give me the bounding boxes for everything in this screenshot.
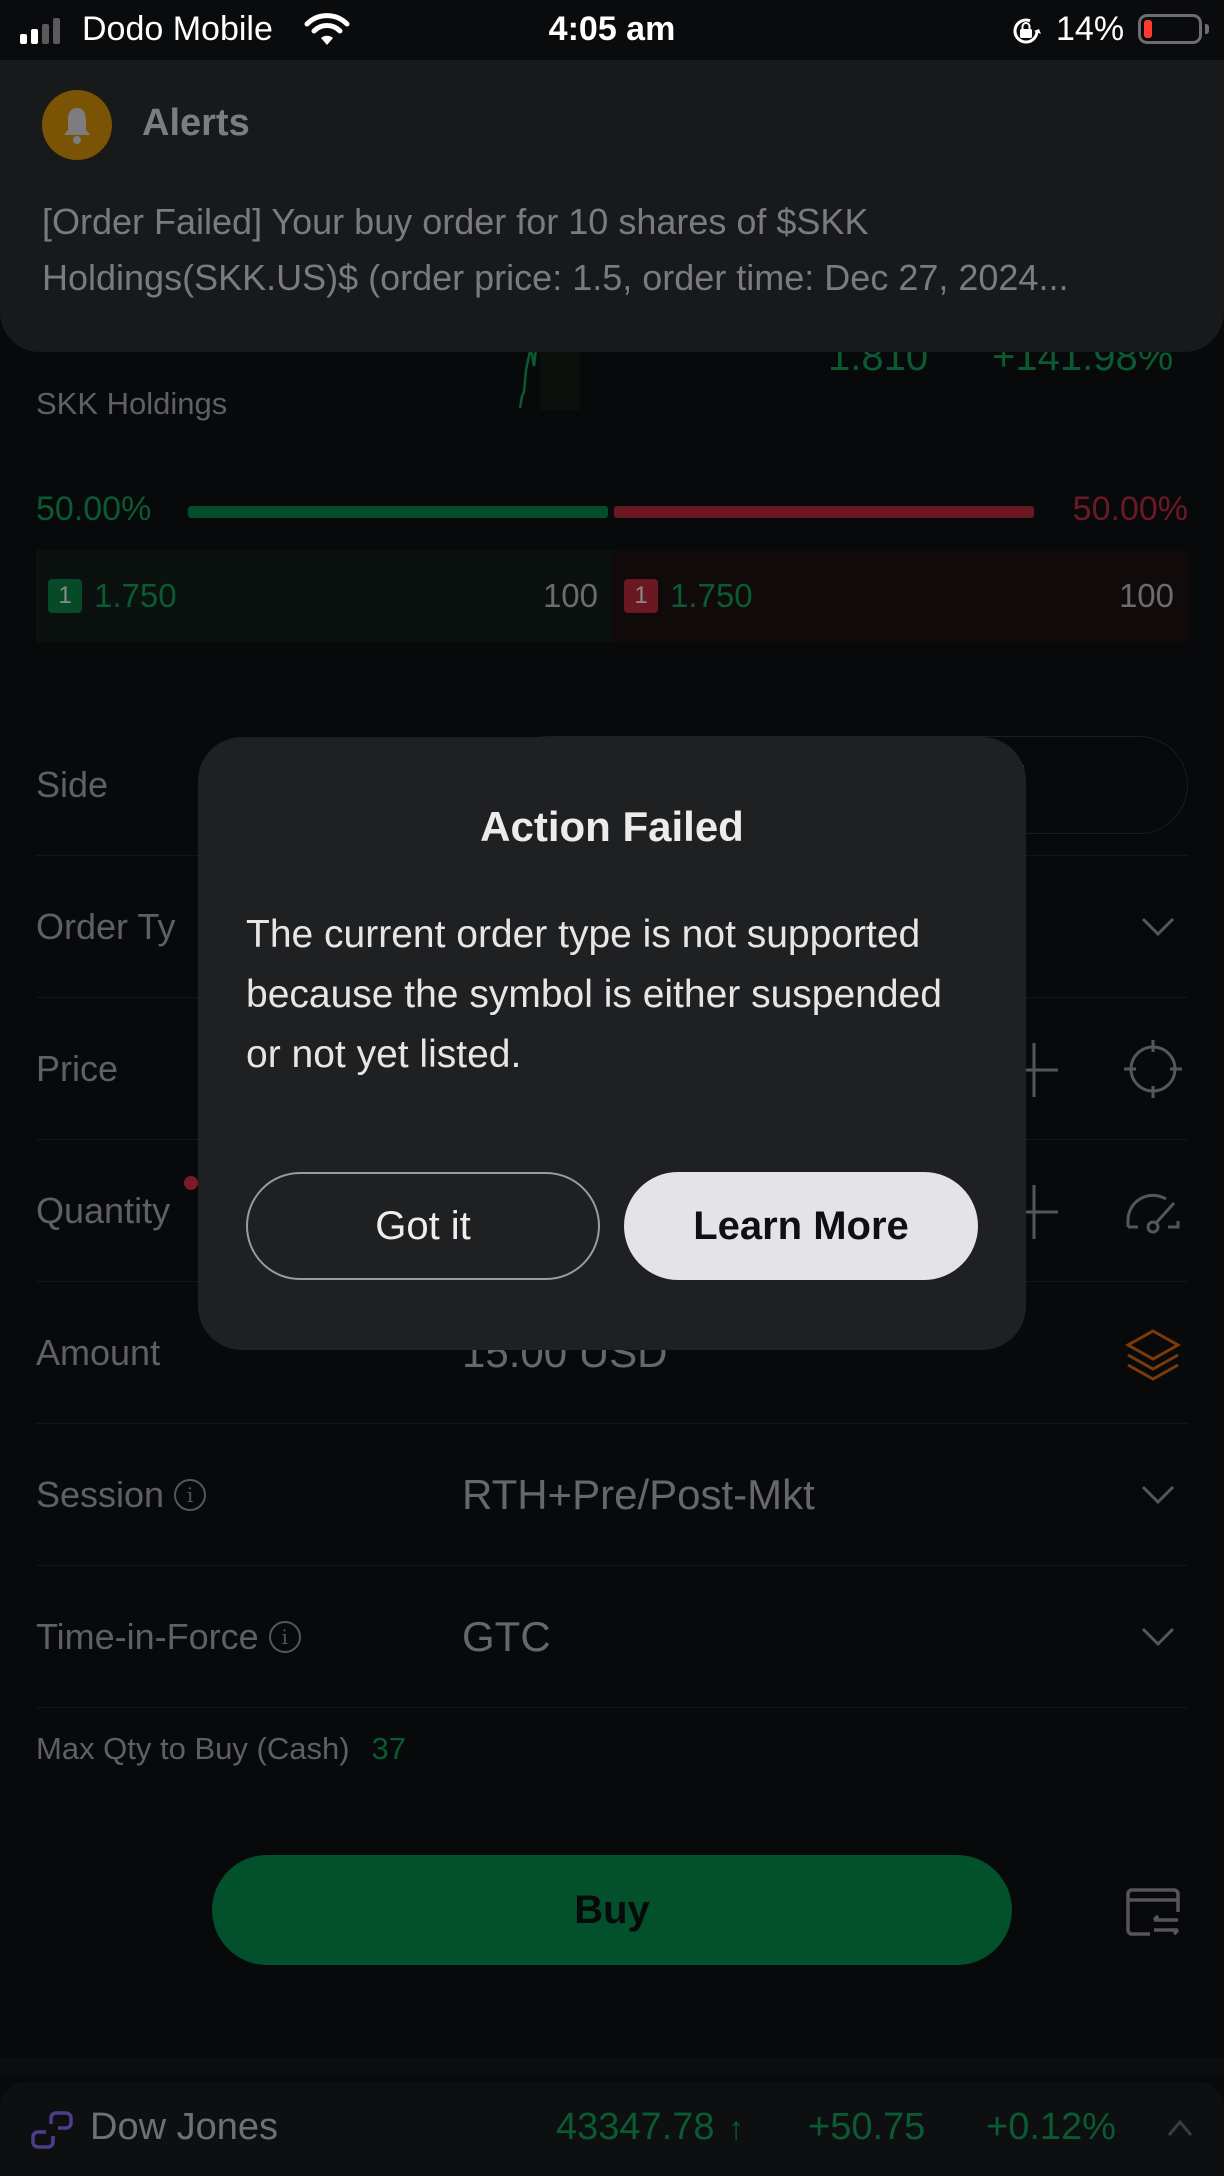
session-label-text: Session	[36, 1473, 165, 1515]
max-qty-label: Max Qty to Buy (Cash)	[36, 1731, 350, 1766]
status-bar: Dodo Mobile 4:05 am 14%	[0, 0, 1224, 60]
info-icon[interactable]: i	[174, 1478, 207, 1511]
ask-ratio-bar	[614, 506, 1034, 518]
index-name: Dow Jones	[90, 2106, 278, 2148]
buy-button[interactable]: Buy	[212, 1855, 1012, 1965]
chevron-down-icon[interactable]	[1140, 1484, 1176, 1506]
index-ticker[interactable]: Dow Jones 43347.78 ↑ +50.75 +0.12%	[0, 2082, 1224, 2176]
tif-label-text: Time-in-Force	[36, 1615, 259, 1657]
bid-ratio-bar	[188, 506, 608, 518]
quantity-increment-icon[interactable]	[1022, 1185, 1062, 1239]
chevron-up-icon[interactable]	[1166, 2118, 1194, 2138]
card-swap-icon[interactable]	[1124, 1882, 1184, 1942]
price-increment-icon[interactable]	[1022, 1043, 1062, 1097]
info-icon[interactable]: i	[268, 1620, 301, 1653]
dialog-title: Action Failed	[480, 803, 744, 850]
dialog-message: The current order type is not supported …	[246, 913, 942, 1076]
learn-more-button[interactable]: Learn More	[624, 1172, 978, 1280]
bid-price: 1.750	[94, 577, 177, 614]
max-qty-value: 37	[371, 1731, 407, 1766]
max-qty: Max Qty to Buy (Cash) 37	[36, 1731, 406, 1767]
stock-name[interactable]: SKK Holdings	[36, 386, 227, 422]
link-icon	[31, 2111, 73, 2149]
battery-tip	[1205, 24, 1209, 34]
ask-level[interactable]: 1 1.750 100	[612, 550, 1188, 642]
up-arrow-icon: ↑	[728, 2110, 744, 2146]
quantity-label: Quantity	[36, 1189, 171, 1231]
ask-qty: 100	[1118, 577, 1174, 614]
bid-level-badge: 1	[48, 579, 82, 613]
bell-icon	[42, 90, 112, 160]
index-change-percent: +0.12%	[986, 2106, 1116, 2148]
battery-icon	[1138, 14, 1202, 44]
session-label: Session i	[36, 1473, 207, 1516]
price-label: Price	[36, 1047, 119, 1089]
bid-qty: 100	[542, 577, 598, 614]
session-value: RTH+Pre/Post-Mkt	[462, 1470, 815, 1518]
rotation-lock-icon	[1013, 18, 1041, 44]
alert-notification[interactable]: Alerts [Order Failed] Your buy order for…	[0, 60, 1224, 352]
amount-label: Amount	[36, 1331, 161, 1373]
index-change: +50.75	[808, 2106, 926, 2148]
gauge-icon[interactable]	[1122, 1183, 1184, 1245]
layers-icon[interactable]	[1122, 1325, 1184, 1387]
chevron-down-icon[interactable]	[1140, 1626, 1176, 1648]
ticker-separator	[0, 2058, 1224, 2076]
time-in-force-row[interactable]: Time-in-Force i GTC	[36, 1566, 1188, 1708]
ask-ratio: 50.00%	[1072, 490, 1188, 528]
crosshair-icon[interactable]	[1122, 1038, 1184, 1100]
chevron-down-icon[interactable]	[1140, 916, 1176, 938]
alert-title: Alerts	[142, 102, 250, 144]
bid-ratio: 50.00%	[36, 490, 152, 528]
session-row[interactable]: Session i RTH+Pre/Post-Mkt	[36, 1424, 1188, 1566]
tif-label: Time-in-Force i	[36, 1616, 301, 1658]
ask-price: 1.750	[670, 577, 753, 614]
ask-level-badge: 1	[624, 579, 658, 613]
action-failed-dialog: Action Failed The current order type is …	[198, 737, 1026, 1350]
notification-dot	[184, 1176, 198, 1190]
side-label: Side	[36, 763, 109, 805]
alert-message: [Order Failed] Your buy order for 10 sha…	[42, 201, 1069, 298]
bid-level[interactable]: 1 1.750 100	[36, 550, 612, 642]
battery-percent: 14%	[1056, 10, 1125, 48]
order-type-label: Order Ty	[36, 905, 176, 947]
index-value: 43347.78	[556, 2106, 715, 2148]
tif-value: GTC	[462, 1612, 551, 1660]
order-book: 1 1.750 100 1 1.750 100	[36, 550, 1188, 642]
got-it-button[interactable]: Got it	[246, 1172, 600, 1280]
